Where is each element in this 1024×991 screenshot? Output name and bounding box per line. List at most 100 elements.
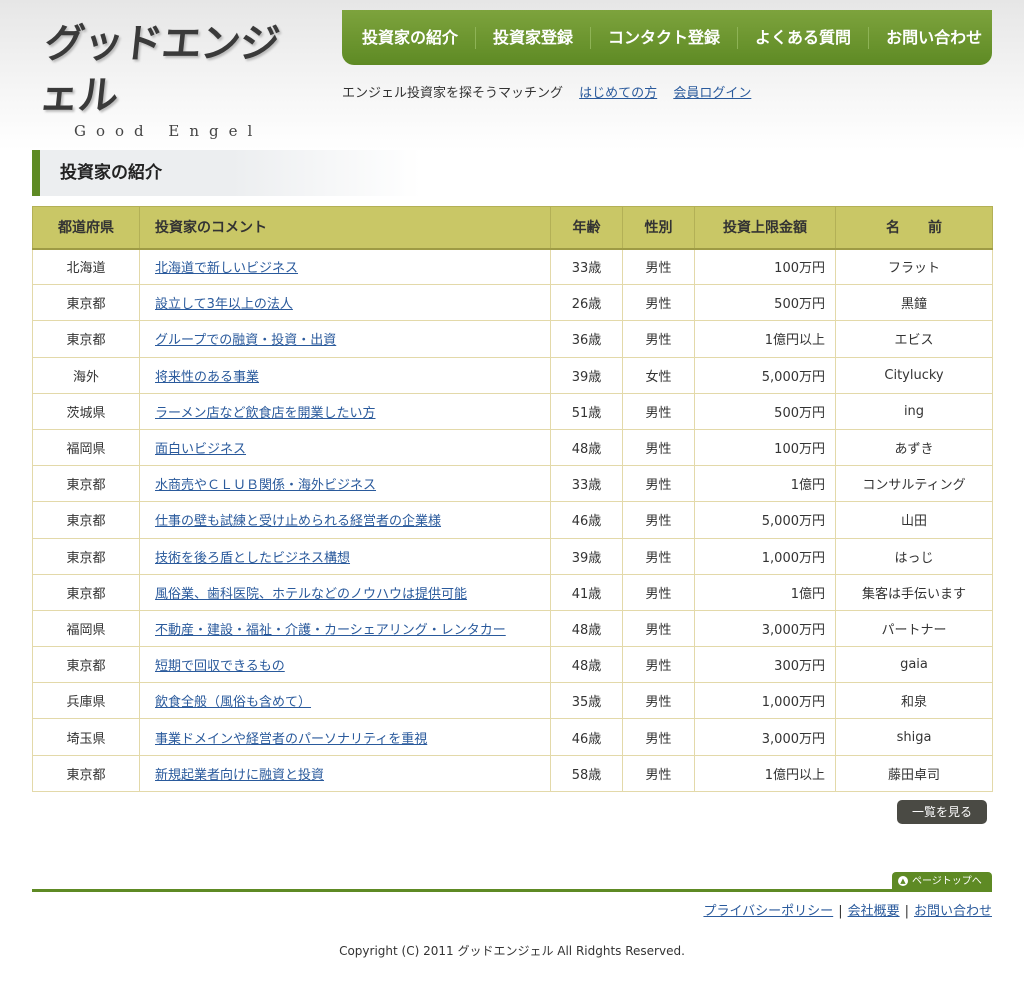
cell-name: Citylucky bbox=[835, 356, 993, 394]
cell-name: はっじ bbox=[835, 537, 993, 575]
tagline-text: エンジェル投資家を探そうマッチング bbox=[342, 86, 564, 101]
investor-comment-link[interactable]: ラーメン店など飲食店を開業したい方 bbox=[155, 406, 375, 421]
investor-comment-link[interactable]: 短期で回収できるもの bbox=[155, 659, 285, 674]
cell-name: 藤田卓司 bbox=[835, 754, 993, 792]
company-link[interactable]: 会社概要 bbox=[848, 904, 900, 919]
cell-comment: 水商売やＣＬＵＢ関係・海外ビジネス bbox=[139, 465, 551, 503]
table-row: 東京都 水商売やＣＬＵＢ関係・海外ビジネス 33歳 男性 1億円 コンサルティング bbox=[32, 465, 993, 503]
cell-name: 集客は手伝います bbox=[835, 573, 993, 611]
footer-contact-link[interactable]: お問い合わせ bbox=[914, 904, 992, 919]
table-row: 東京都 風俗業、歯科医院、ホテルなどのノウハウは提供可能 41歳 男性 1億円 集客は手伝… bbox=[32, 573, 993, 611]
cell-gender: 男性 bbox=[622, 718, 695, 756]
table-row: 東京都 仕事の壁も試練と受け止められる経営者の企業様 46歳 男性 5,000万円 山田 bbox=[32, 501, 993, 539]
header-prefecture: 都道府県 bbox=[32, 206, 140, 250]
cell-name: ing bbox=[835, 392, 993, 430]
cell-amount: 5,000万円 bbox=[694, 356, 836, 394]
nav-item-contact-register[interactable]: コンタクト登録 bbox=[590, 26, 737, 49]
table-row: 福岡県 面白いビジネス 48歳 男性 100万円 あずき bbox=[32, 428, 993, 467]
investor-comment-link[interactable]: 設立して3年以上の法人 bbox=[155, 297, 293, 312]
cell-comment: 事業ドメインや経営者のパーソナリティを重視 bbox=[139, 718, 551, 756]
table-row: 東京都 技術を後ろ盾としたビジネス構想 39歳 男性 1,000万円 はっじ bbox=[32, 537, 993, 575]
cell-name: コンサルティング bbox=[835, 465, 993, 503]
table-row: 北海道 北海道で新しいビジネス 33歳 男性 100万円 フラット bbox=[32, 247, 993, 286]
table-row: 海外 将来性のある事業 39歳 女性 5,000万円 Citylucky bbox=[32, 356, 993, 394]
investor-comment-link[interactable]: 風俗業、歯科医院、ホテルなどのノウハウは提供可能 bbox=[155, 587, 467, 602]
cell-comment: 面白いビジネス bbox=[139, 428, 551, 467]
investor-comment-link[interactable]: 面白いビジネス bbox=[155, 442, 246, 457]
header-gender: 性別 bbox=[622, 206, 695, 250]
cell-amount: 500万円 bbox=[694, 392, 836, 430]
table-row: 福岡県 不動産・建設・福祉・介護・カーシェアリング・レンタカー 48歳 男性 3,000… bbox=[32, 609, 993, 648]
investor-comment-link[interactable]: グループでの融資・投資・出資 bbox=[155, 333, 336, 348]
investor-table: 都道府県 投資家のコメント 年齢 性別 投資上限金額 名 前 北海道 北海道で新し… bbox=[32, 206, 993, 792]
investor-comment-link[interactable]: 技術を後ろ盾としたビジネス構想 bbox=[155, 551, 350, 566]
cell-name: shiga bbox=[835, 718, 993, 756]
investor-comment-link[interactable]: 不動産・建設・福祉・介護・カーシェアリング・レンタカー bbox=[155, 623, 506, 638]
footer-divider bbox=[32, 889, 992, 892]
cell-age: 48歳 bbox=[550, 646, 623, 684]
cell-prefecture: 福岡県 bbox=[32, 609, 140, 648]
cell-amount: 1億円以上 bbox=[694, 754, 836, 792]
cell-comment: 将来性のある事業 bbox=[139, 356, 551, 394]
main-nav: 投資家の紹介 投資家登録 コンタクト登録 よくある質問 お問い合わせ bbox=[342, 10, 992, 65]
nav-item-faq[interactable]: よくある質問 bbox=[737, 26, 868, 49]
section-heading: 投資家の紹介 bbox=[32, 150, 992, 196]
cell-prefecture: 東京都 bbox=[32, 501, 140, 539]
cell-age: 36歳 bbox=[550, 320, 623, 358]
cell-name: gaia bbox=[835, 646, 993, 684]
investor-comment-link[interactable]: 将来性のある事業 bbox=[155, 370, 259, 385]
cell-gender: 男性 bbox=[622, 573, 695, 611]
table-row: 兵庫県 飲食全般（風俗も含めて） 35歳 男性 1,000万円 和泉 bbox=[32, 682, 993, 720]
cell-age: 26歳 bbox=[550, 284, 623, 322]
nav-item-investors[interactable]: 投資家の紹介 bbox=[345, 27, 475, 49]
cell-amount: 300万円 bbox=[694, 646, 836, 684]
cell-prefecture: 東京都 bbox=[32, 573, 140, 611]
investor-comment-link[interactable]: 新規起業者向けに融資と投資 bbox=[155, 768, 324, 783]
table-row: 東京都 設立して3年以上の法人 26歳 男性 500万円 黒鐘 bbox=[32, 284, 993, 322]
privacy-policy-link[interactable]: プライバシーポリシー bbox=[703, 904, 833, 919]
investor-comment-link[interactable]: 水商売やＣＬＵＢ関係・海外ビジネス bbox=[155, 478, 376, 493]
nav-item-investor-register[interactable]: 投資家登録 bbox=[475, 26, 590, 49]
tagline: エンジェル投資家を探そうマッチング はじめての方 会員ログイン bbox=[342, 85, 751, 103]
cell-age: 48歳 bbox=[550, 428, 623, 467]
site-logo[interactable]: グッドエンジェル Good Engel bbox=[37, 18, 312, 140]
cell-name: エビス bbox=[835, 320, 993, 358]
cell-comment: 仕事の壁も試練と受け止められる経営者の企業様 bbox=[139, 501, 551, 539]
cell-age: 35歳 bbox=[550, 682, 623, 720]
cell-comment: 飲食全般（風俗も含めて） bbox=[139, 682, 551, 720]
cell-prefecture: 東京都 bbox=[32, 646, 140, 684]
cell-prefecture: 福岡県 bbox=[32, 428, 140, 467]
cell-age: 39歳 bbox=[550, 537, 623, 575]
investor-comment-link[interactable]: 仕事の壁も試練と受け止められる経営者の企業様 bbox=[155, 514, 441, 529]
footer-separator: | bbox=[838, 904, 843, 919]
member-login-link[interactable]: 会員ログイン bbox=[673, 86, 751, 101]
cell-amount: 3,000万円 bbox=[694, 609, 836, 648]
table-row: 東京都 グループでの融資・投資・出資 36歳 男性 1億円以上 エビス bbox=[32, 320, 993, 358]
cell-prefecture: 東京都 bbox=[32, 754, 140, 792]
header-amount: 投資上限金額 bbox=[694, 206, 836, 250]
table-body: 北海道 北海道で新しいビジネス 33歳 男性 100万円 フラット 東京都 設立して3年以上の… bbox=[32, 247, 993, 792]
cell-gender: 男性 bbox=[622, 428, 695, 467]
beginners-link[interactable]: はじめての方 bbox=[579, 86, 657, 101]
cell-comment: 不動産・建設・福祉・介護・カーシェアリング・レンタカー bbox=[139, 609, 551, 648]
cell-gender: 女性 bbox=[622, 356, 695, 394]
table-row: 茨城県 ラーメン店など飲食店を開業したい方 51歳 男性 500万円 ing bbox=[32, 392, 993, 430]
nav-item-inquiry[interactable]: お問い合わせ bbox=[868, 26, 999, 49]
view-list-button[interactable]: 一覧を見る bbox=[897, 800, 987, 824]
cell-age: 33歳 bbox=[550, 247, 623, 286]
footer-links: プライバシーポリシー | 会社概要 | お問い合わせ bbox=[32, 903, 992, 921]
investor-comment-link[interactable]: 北海道で新しいビジネス bbox=[155, 261, 298, 276]
cell-amount: 1億円 bbox=[694, 465, 836, 503]
cell-age: 51歳 bbox=[550, 392, 623, 430]
table-row: 東京都 短期で回収できるもの 48歳 男性 300万円 gaia bbox=[32, 646, 993, 684]
cell-prefecture: 東京都 bbox=[32, 537, 140, 575]
investor-comment-link[interactable]: 事業ドメインや経営者のパーソナリティを重視 bbox=[155, 732, 427, 747]
cell-gender: 男性 bbox=[622, 320, 695, 358]
investor-comment-link[interactable]: 飲食全般（風俗も含めて） bbox=[155, 695, 311, 710]
cell-amount: 500万円 bbox=[694, 284, 836, 322]
page-title: 投資家の紹介 bbox=[60, 163, 162, 183]
logo-subtitle: Good Engel bbox=[74, 122, 263, 140]
header-comment: 投資家のコメント bbox=[139, 206, 551, 250]
cell-gender: 男性 bbox=[622, 501, 695, 539]
cell-amount: 1,000万円 bbox=[694, 682, 836, 720]
